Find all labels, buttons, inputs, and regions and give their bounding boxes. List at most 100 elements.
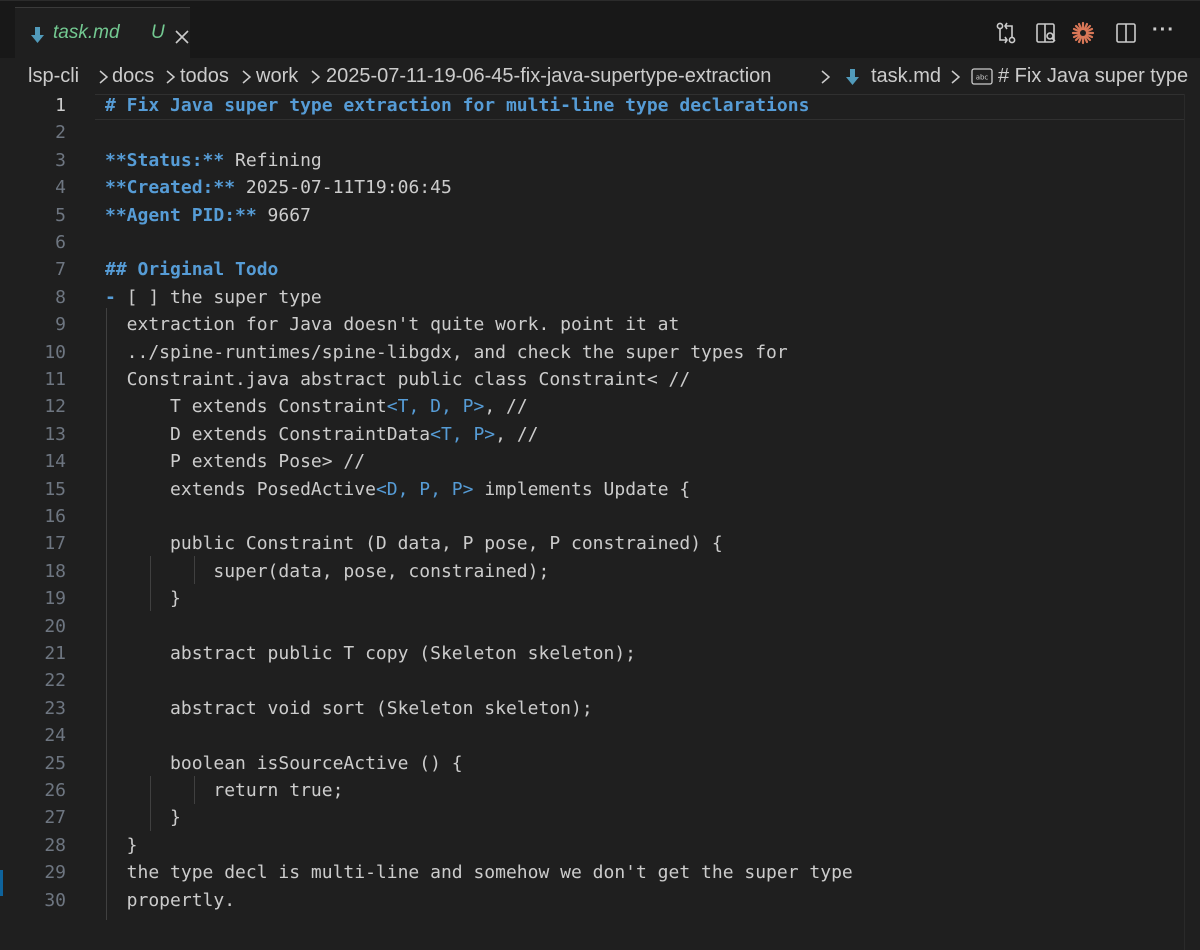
code-token: implements Update { [473, 478, 691, 500]
editor-line[interactable]: 21 abstract public T copy (Skeleton skel… [0, 642, 1200, 669]
breadcrumb-item-lsp-cli[interactable]: lsp-cli [28, 65, 79, 88]
line-number: 20 [44, 615, 66, 637]
line-code: } [105, 807, 181, 828]
code-editor[interactable]: 1 # Fix Java super type extraction for mu… [0, 94, 1200, 950]
line-code: return true; [105, 780, 343, 801]
line-code: T extends Constraint<T, D, P>, // [105, 396, 528, 417]
line-number: 26 [44, 780, 66, 801]
compare-changes-icon[interactable] [994, 21, 1018, 45]
line-number: 29 [44, 862, 66, 884]
open-preview-icon[interactable] [1034, 21, 1058, 45]
editor-line[interactable]: 15 extends PosedActive<D, P, P> implemen… [0, 478, 1200, 505]
code-token: <T, P> [430, 423, 496, 445]
svg-text:abc: abc [976, 74, 989, 82]
markdown-file-icon [846, 69, 859, 85]
line-code: abstract void sort (Skeleton skeleton); [105, 698, 593, 719]
editor-line[interactable]: 3 **Status:** Refining [0, 149, 1200, 176]
line-number: 12 [44, 396, 66, 418]
line-number: 6 [55, 232, 66, 253]
editor-line[interactable]: 12 T extends Constraint<T, D, P>, // [0, 395, 1200, 422]
line-code: super(data, pose, constrained); [105, 561, 549, 582]
code-token: , // [495, 423, 539, 445]
editor-line[interactable]: 9 extraction for Java doesn't quite work… [0, 313, 1200, 340]
editor-line[interactable]: 11 Constraint.java abstract public class… [0, 368, 1200, 395]
code-token: <D, P, P> [375, 478, 474, 500]
code-token: 2025-07-11T19:06:45 [235, 177, 452, 199]
line-code: # Fix Java super type extraction for mul… [105, 95, 809, 116]
line-number: 4 [55, 177, 66, 199]
tab-label: task.md [53, 22, 120, 43]
vertical-scrollbar[interactable] [1184, 94, 1200, 950]
code-token: } [105, 807, 181, 829]
line-code: } [105, 588, 181, 609]
claude-icon[interactable] [1071, 21, 1095, 45]
line-code: abstract public T copy (Skeleton skeleto… [105, 643, 636, 664]
markdown-file-icon [31, 27, 44, 43]
breadcrumb-item-work[interactable]: work [256, 65, 298, 88]
editor-line[interactable]: 24 [0, 724, 1200, 751]
breadcrumb-item-task-folder[interactable]: 2025-07-11-19-06-45-fix-java-supertype-e… [326, 65, 771, 88]
split-editor-icon[interactable] [1114, 21, 1138, 45]
editor-line[interactable]: 28 } [0, 834, 1200, 861]
line-number: 18 [44, 560, 66, 582]
breadcrumb-item-file[interactable]: task.md [871, 65, 941, 88]
editor-line[interactable]: 1 # Fix Java super type extraction for mu… [0, 94, 1200, 121]
code-token: [ ] the super type [115, 286, 322, 308]
line-code: Constraint.java abstract public class Co… [105, 369, 691, 390]
editor-line[interactable]: 17 public Constraint (D data, P pose, P … [0, 532, 1200, 559]
line-number: 10 [44, 341, 66, 363]
line-code: **Agent PID:** 9667 [105, 205, 311, 226]
editor-line[interactable]: 25 boolean isSourceActive () { [0, 752, 1200, 779]
editor-line[interactable]: 7 ## Original Todo [0, 258, 1200, 285]
editor-line[interactable]: 27 } [0, 806, 1200, 833]
line-number: 8 [55, 286, 66, 308]
line-number: 24 [44, 725, 66, 747]
code-token: - [105, 286, 116, 308]
close-icon[interactable] [175, 30, 189, 44]
line-code: ## Original Todo [105, 259, 278, 280]
code-token: extends PosedActive [105, 478, 376, 500]
editor-line[interactable]: 5 **Agent PID:** 9667 [0, 204, 1200, 231]
code-token: # Fix Java super type extraction for mul… [105, 95, 810, 116]
more-actions-icon[interactable]: ··· [1152, 19, 1182, 43]
line-number: 28 [44, 834, 66, 856]
code-token: the type decl is multi-line and somehow … [105, 862, 853, 884]
breadcrumb-item-docs[interactable]: docs [112, 65, 154, 88]
editor-line[interactable]: 20 [0, 615, 1200, 642]
editor-line[interactable]: 2 [0, 121, 1200, 148]
chevron-right-icon [166, 70, 175, 84]
editor-line[interactable]: 23 abstract void sort (Skeleton skeleton… [0, 697, 1200, 724]
editor-line[interactable]: 19 } [0, 587, 1200, 614]
editor-window: task.md U ··· lsp-cli docs todos work 20… [0, 0, 1200, 950]
tab-task-md[interactable]: task.md U [15, 7, 190, 59]
editor-line[interactable]: 30 propertly. [0, 889, 1200, 916]
code-token: extraction for Java doesn't quite work. … [105, 314, 680, 336]
code-token: return true; [105, 780, 344, 801]
code-token: Refining [224, 149, 322, 171]
breadcrumb-item-todos[interactable]: todos [180, 65, 229, 88]
line-number: 25 [44, 752, 66, 774]
breadcrumb: lsp-cli docs todos work 2025-07-11-19-06… [0, 58, 1200, 94]
editor-line[interactable]: 6 [0, 231, 1200, 258]
line-number: 17 [44, 533, 66, 555]
editor-line[interactable]: 14 P extends Pose> // [0, 450, 1200, 477]
editor-line[interactable]: 18 super(data, pose, constrained); [0, 560, 1200, 587]
editor-line[interactable]: 10 ../spine-runtimes/spine-libgdx, and c… [0, 341, 1200, 368]
editor-line[interactable]: 4 **Created:** 2025-07-11T19:06:45 [0, 176, 1200, 203]
editor-line[interactable]: 13 D extends ConstraintData<T, P>, // [0, 423, 1200, 450]
line-code: extraction for Java doesn't quite work. … [105, 314, 680, 336]
indent-guide [106, 308, 107, 920]
line-number: 2 [55, 122, 66, 144]
code-token: **Agent PID:** [105, 204, 257, 226]
line-code: D extends ConstraintData<T, P>, // [105, 423, 539, 445]
editor-line[interactable]: 22 [0, 669, 1200, 696]
breadcrumb-item-symbol[interactable]: # Fix Java super type [998, 65, 1188, 88]
code-token: ../spine-runtimes/spine-libgdx, and chec… [105, 341, 788, 363]
line-number: 14 [44, 451, 66, 473]
editor-line[interactable]: 29 the type decl is multi-line and someh… [0, 861, 1200, 888]
line-code: P extends Pose> // [105, 451, 365, 472]
code-token: } [105, 588, 181, 610]
editor-line[interactable]: 16 [0, 505, 1200, 532]
editor-line[interactable]: 26 return true; [0, 779, 1200, 806]
editor-line[interactable]: 8 - [ ] the super type [0, 286, 1200, 313]
